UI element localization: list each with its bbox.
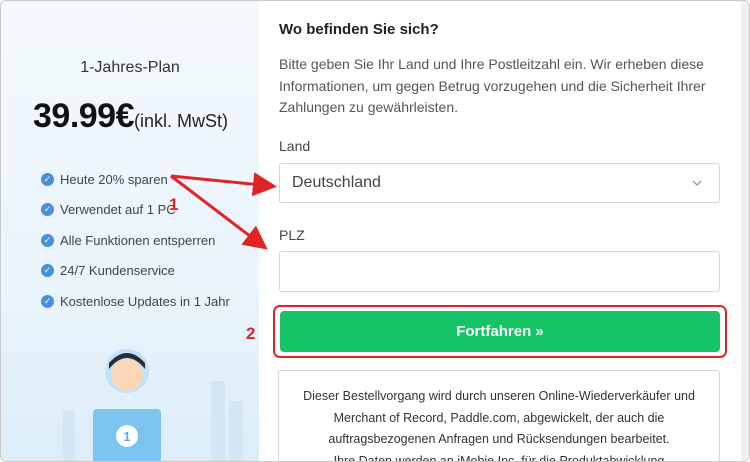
feature-item: ✓ Verwendet auf 1 PC [41, 195, 230, 226]
form-description: Bitte geben Sie Ihr Land und Ihre Postle… [279, 56, 706, 115]
user-laptop-illustration: 1 [63, 349, 243, 461]
zip-label: PLZ [279, 227, 305, 243]
feature-item: ✓ Alle Funktionen entsperren [41, 225, 230, 256]
check-icon: ✓ [41, 233, 54, 247]
feature-label: Heute 20% sparen [60, 171, 168, 187]
location-form-panel: Wo befinden Sie sich? Bitte geben Sie Ih… [260, 1, 749, 462]
chevron-down-icon [692, 180, 702, 186]
checkout-window: 1-Jahres-Plan 39.99€(inkl. MwSt) ✓ Heute … [0, 0, 750, 462]
country-selected-value: Deutschland [292, 174, 381, 191]
check-icon: ✓ [41, 203, 54, 217]
notice-text-continued: Ihre Daten werden an iMobie Inc. für die… [333, 453, 665, 462]
scrollbar[interactable] [741, 1, 749, 461]
price-block: 39.99€(inkl. MwSt) [33, 97, 228, 136]
zip-input[interactable] [279, 251, 720, 292]
check-icon: ✓ [41, 294, 54, 308]
feature-item: ✓ Kostenlose Updates in 1 Jahr [41, 286, 230, 317]
feature-item: ✓ Heute 20% sparen [41, 164, 230, 195]
price: 39.99€ [33, 97, 135, 135]
feature-item: ✓ 24/7 Kundenservice [41, 256, 230, 287]
check-icon: ✓ [41, 172, 54, 186]
feature-list: ✓ Heute 20% sparen ✓ Verwendet auf 1 PC ✓ A… [41, 164, 230, 317]
check-icon: ✓ [41, 264, 54, 278]
feature-label: Kostenlose Updates in 1 Jahr [60, 293, 230, 309]
price-note: (inkl. MwSt) [134, 111, 228, 131]
step-1-marker: 1 [169, 195, 179, 214]
form-heading: Wo befinden Sie sich? [279, 21, 439, 38]
feature-label: 24/7 Kundenservice [60, 263, 175, 279]
notice-text: Dieser Bestellvorgang wird durch unseren… [303, 389, 695, 446]
feature-label: Verwendet auf 1 PC [60, 202, 176, 218]
step-2-marker: 2 [246, 324, 256, 343]
plan-title: 1-Jahres-Plan [80, 59, 180, 76]
continue-button-highlight [273, 305, 727, 358]
merchant-notice: Dieser Bestellvorgang wird durch unseren… [278, 370, 720, 462]
country-label: Land [279, 138, 311, 154]
country-select[interactable]: Deutschland [279, 163, 720, 203]
plan-panel: 1-Jahres-Plan 39.99€(inkl. MwSt) ✓ Heute … [1, 1, 259, 461]
feature-label: Alle Funktionen entsperren [60, 232, 216, 248]
illustration-badge: 1 [123, 429, 130, 444]
